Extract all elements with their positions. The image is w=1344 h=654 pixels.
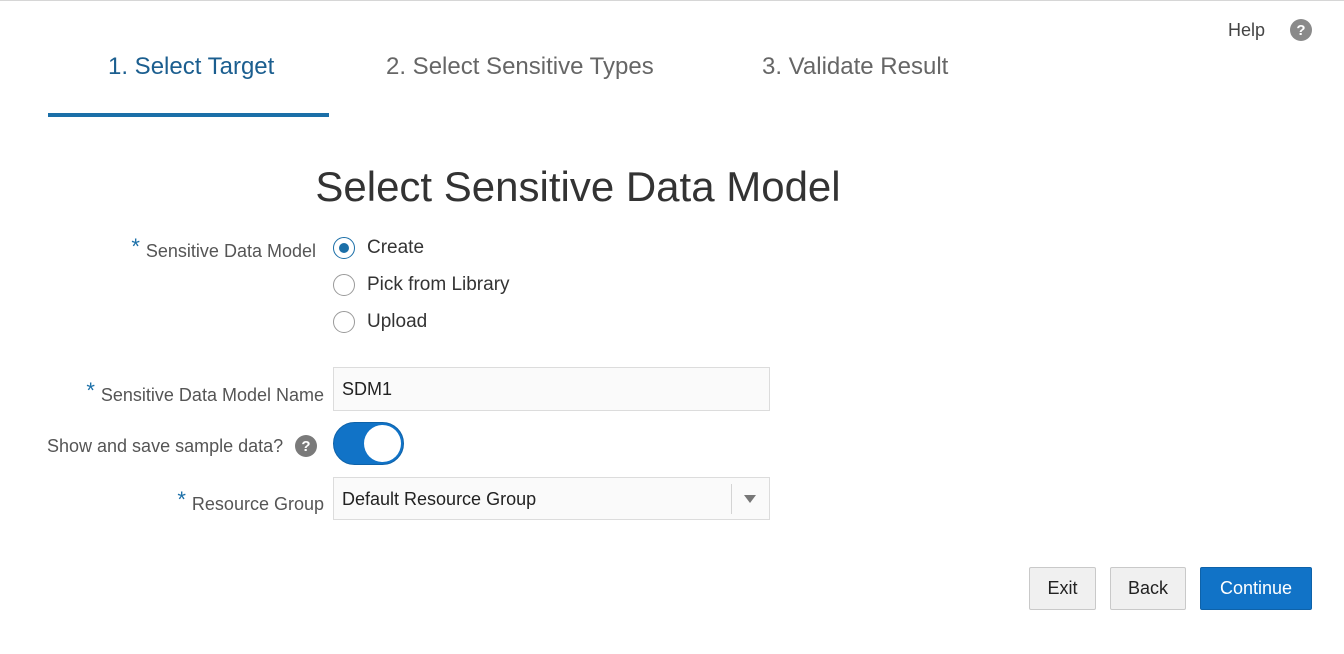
chevron-down-icon[interactable] [744,495,756,503]
resource-group-label: * Resource Group [177,487,324,516]
sample-data-help-icon[interactable]: ? [295,435,317,457]
radio-upload-button[interactable] [333,311,355,333]
sample-data-label: Show and save sample data? [47,436,284,456]
radio-upload-label: Upload [367,311,428,332]
tab-select-target[interactable]: 1. Select Target [108,53,274,81]
sdm-label-text: Sensitive Data Model [145,241,316,261]
active-tab-indicator [48,113,329,117]
radio-create[interactable]: Create [333,237,424,259]
page-title: Select Sensitive Data Model [315,163,841,210]
exit-button[interactable]: Exit [1029,567,1096,610]
continue-button[interactable]: Continue [1200,567,1312,610]
sdm-name-input[interactable] [333,367,770,411]
radio-create-button[interactable] [333,237,355,259]
toggle-knob [364,425,401,462]
sdm-label: * Sensitive Data Model [131,234,316,263]
radio-pick-from-library-label: Pick from Library [367,274,510,295]
radio-upload[interactable]: Upload [333,311,427,333]
radio-selected-dot [339,243,349,253]
radio-pick-from-library[interactable]: Pick from Library [333,274,510,296]
back-button[interactable]: Back [1110,567,1186,610]
required-marker: * [131,234,140,259]
sample-data-toggle[interactable] [333,422,404,465]
radio-create-label: Create [367,237,425,258]
help-link[interactable]: Help [1228,20,1265,41]
radio-pick-from-library-button[interactable] [333,274,355,296]
resource-group-label-text: Resource Group [191,494,324,514]
resource-group-value: Default Resource Group [342,489,537,509]
select-divider [731,484,732,514]
required-marker: * [177,487,186,512]
resource-group-select[interactable]: Default Resource Group [333,477,770,520]
required-marker: * [86,378,95,403]
sdm-name-label-text: Sensitive Data Model Name [100,385,324,405]
tab-select-sensitive-types[interactable]: 2. Select Sensitive Types [386,53,654,81]
sdm-name-label: * Sensitive Data Model Name [86,378,324,407]
help-question-icon[interactable]: ? [1290,19,1312,41]
page: Help ? 1. Select Target 2. Select Sensit… [0,0,1344,654]
tab-validate-result[interactable]: 3. Validate Result [762,53,948,81]
